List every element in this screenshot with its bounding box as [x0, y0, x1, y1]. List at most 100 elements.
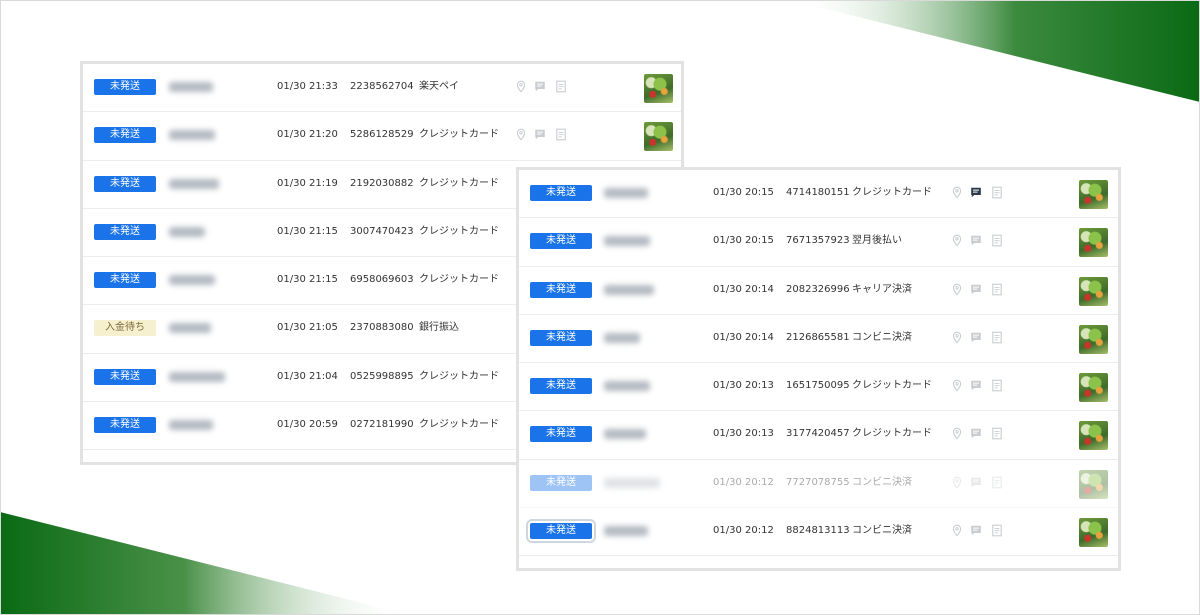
- product-thumbnail[interactable]: [1079, 180, 1108, 209]
- payment-method: クレジットカード: [852, 380, 932, 392]
- location-pin-icon[interactable]: [951, 186, 963, 199]
- location-pin-icon[interactable]: [951, 476, 963, 489]
- order-id[interactable]: 3177420457: [786, 427, 850, 441]
- payment-method: クレジットカード: [419, 370, 499, 382]
- product-thumbnail[interactable]: [1079, 469, 1108, 499]
- location-pin-icon[interactable]: [951, 234, 963, 247]
- order-list: 未発送 01/30 20:15 4714180151 クレジットカード 未発送 …: [519, 170, 1118, 557]
- order-id[interactable]: 2192030882: [350, 177, 414, 191]
- message-icon[interactable]: [970, 476, 982, 489]
- document-icon[interactable]: [991, 186, 1003, 199]
- status-badge[interactable]: 未発送: [94, 79, 156, 95]
- location-pin-icon[interactable]: [515, 80, 527, 93]
- order-row[interactable]: 未発送 01/30 20:13 1651750095 クレジットカード: [519, 363, 1118, 412]
- order-id[interactable]: 1651750095: [786, 379, 850, 393]
- document-icon[interactable]: [991, 283, 1003, 296]
- message-icon[interactable]: [970, 186, 982, 199]
- document-icon[interactable]: [991, 427, 1003, 440]
- message-icon[interactable]: [970, 524, 982, 537]
- order-id[interactable]: 8824813113: [786, 524, 850, 538]
- document-icon[interactable]: [555, 80, 567, 93]
- order-id[interactable]: 2126865581: [786, 331, 850, 345]
- status-badge[interactable]: 未発送: [94, 417, 156, 434]
- order-row[interactable]: 未発送 01/30 21:33 2238562704 楽天ペイ: [83, 64, 681, 113]
- order-row[interactable]: 未発送 01/30 20:15 7671357923 翌月後払い: [519, 218, 1118, 267]
- order-id[interactable]: 6958069603: [350, 273, 414, 287]
- order-row[interactable]: 未発送 01/30 20:15 4714180151 クレジットカード: [519, 170, 1118, 219]
- order-datetime: 01/30 21:04: [277, 370, 338, 382]
- document-icon[interactable]: [991, 331, 1003, 344]
- order-row[interactable]: 未発送 01/30 20:13 3177420457 クレジットカード: [519, 411, 1118, 460]
- product-thumbnail[interactable]: [1079, 518, 1108, 548]
- product-thumbnail[interactable]: [1079, 373, 1108, 403]
- status-badge[interactable]: 未発送: [530, 329, 592, 346]
- status-badge[interactable]: 未発送: [94, 223, 156, 240]
- message-icon[interactable]: [970, 427, 982, 440]
- document-icon[interactable]: [991, 379, 1003, 392]
- status-badge[interactable]: 未発送: [94, 175, 156, 192]
- order-row[interactable]: 未発送 01/30 20:14 2126865581 コンビニ決済: [519, 315, 1118, 364]
- payment-method: クレジットカード: [419, 129, 499, 141]
- location-pin-icon[interactable]: [951, 331, 963, 344]
- order-id[interactable]: 4714180151: [786, 186, 850, 200]
- message-icon[interactable]: [970, 331, 982, 344]
- order-row[interactable]: 未発送 01/30 20:12 8824813113 コンビニ決済: [519, 508, 1118, 557]
- order-id[interactable]: 2370883080: [350, 321, 414, 335]
- product-thumbnail[interactable]: [1079, 276, 1108, 306]
- payment-method: クレジットカード: [419, 274, 499, 286]
- message-icon[interactable]: [534, 80, 546, 93]
- order-id[interactable]: 7671357923: [786, 234, 850, 248]
- order-row[interactable]: 未発送 01/30 20:12 7727078755 コンビニ決済: [519, 460, 1118, 509]
- status-badge[interactable]: 未発送: [530, 426, 592, 443]
- product-thumbnail[interactable]: [1079, 324, 1108, 354]
- payment-method: クレジットカード: [852, 428, 932, 440]
- document-icon[interactable]: [555, 128, 567, 141]
- document-icon[interactable]: [991, 234, 1003, 247]
- customer-name-blurred: [169, 420, 213, 431]
- order-id[interactable]: 3007470423: [350, 225, 414, 239]
- status-badge[interactable]: 未発送: [530, 474, 592, 491]
- product-thumbnail[interactable]: [644, 74, 673, 103]
- customer-name-blurred: [169, 323, 211, 334]
- product-thumbnail[interactable]: [1079, 421, 1108, 451]
- message-icon[interactable]: [970, 283, 982, 296]
- payment-method: クレジットカード: [419, 177, 499, 189]
- document-icon[interactable]: [991, 524, 1003, 537]
- status-badge[interactable]: 未発送: [526, 519, 596, 544]
- order-id[interactable]: 7727078755: [786, 476, 850, 490]
- order-datetime: 01/30 21:20: [277, 129, 338, 141]
- customer-name-blurred: [604, 284, 654, 295]
- order-id[interactable]: 2082326996: [786, 283, 850, 297]
- order-id[interactable]: 5286128529: [350, 128, 414, 142]
- location-pin-icon[interactable]: [951, 427, 963, 441]
- location-pin-icon[interactable]: [951, 379, 963, 392]
- customer-name-blurred: [169, 226, 205, 237]
- status-badge[interactable]: 未発送: [530, 233, 592, 250]
- status-badge[interactable]: 未発送: [94, 127, 156, 144]
- product-thumbnail[interactable]: [1079, 228, 1108, 258]
- document-icon[interactable]: [991, 476, 1003, 489]
- status-badge[interactable]: 未発送: [94, 368, 156, 385]
- status-badge[interactable]: 入金待ち: [94, 320, 156, 337]
- status-badge[interactable]: 未発送: [530, 185, 592, 201]
- customer-name-blurred: [604, 429, 646, 440]
- location-pin-icon[interactable]: [951, 524, 963, 537]
- order-id[interactable]: 0272181990: [350, 418, 414, 432]
- order-id[interactable]: 0525998895: [350, 370, 414, 384]
- status-badge[interactable]: 未発送: [530, 281, 592, 298]
- status-badge[interactable]: 未発送: [94, 272, 156, 289]
- location-pin-icon[interactable]: [515, 128, 527, 141]
- message-icon[interactable]: [970, 234, 982, 247]
- product-thumbnail[interactable]: [644, 122, 673, 152]
- payment-method: クレジットカード: [419, 419, 499, 431]
- order-row[interactable]: 未発送 01/30 20:14 2082326996 キャリア決済: [519, 267, 1118, 315]
- customer-name-blurred: [169, 82, 213, 92]
- location-pin-icon[interactable]: [951, 283, 963, 296]
- message-icon[interactable]: [534, 128, 546, 141]
- message-icon[interactable]: [970, 379, 982, 392]
- order-datetime: 01/30 20:12: [713, 476, 774, 488]
- customer-name-blurred: [169, 275, 215, 286]
- status-badge[interactable]: 未発送: [530, 378, 592, 395]
- order-id[interactable]: 2238562704: [350, 80, 414, 94]
- order-row[interactable]: 未発送 01/30 21:20 5286128529 クレジットカード: [83, 112, 681, 161]
